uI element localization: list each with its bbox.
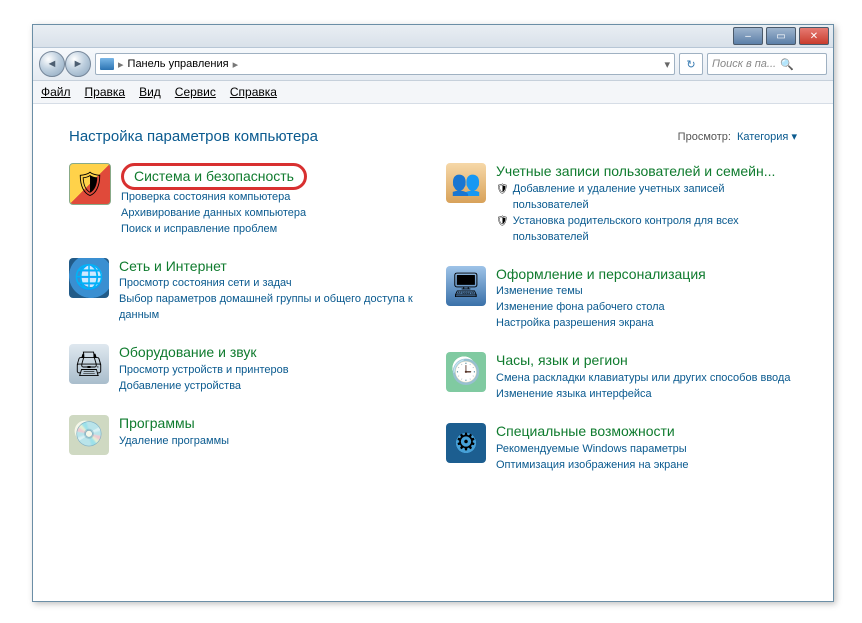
menu-file[interactable]: Файл xyxy=(41,85,71,99)
chevron-down-icon: ▾ xyxy=(791,131,797,143)
category-network: 🌐 Сеть и Интернет Просмотр состояния сет… xyxy=(69,258,420,325)
search-input[interactable]: Поиск в па... 🔍 xyxy=(707,53,827,75)
address-bar[interactable]: ▸ Панель управления ▸ ▾ xyxy=(95,53,675,75)
control-panel-icon xyxy=(100,58,114,70)
content-area: Настройка параметров компьютера Просмотр… xyxy=(33,104,833,602)
printer-icon: 🖨 xyxy=(69,344,109,384)
cat-head-network[interactable]: Сеть и Интернет xyxy=(119,258,420,275)
sublink[interactable]: Просмотр устройств и принтеров xyxy=(119,363,420,379)
accessibility-icon: ⚙ xyxy=(446,423,486,463)
menubar: Файл Правка Вид Сервис Справка xyxy=(33,81,833,104)
sublink[interactable]: Добавление и удаление учетных записей по… xyxy=(513,182,797,214)
category-access: ⚙ Специальные возможности Рекомендуемые … xyxy=(446,423,797,474)
sublink[interactable]: Изменение темы xyxy=(496,284,797,300)
sublink[interactable]: Оптимизация изображения на экране xyxy=(496,458,797,474)
search-placeholder: Поиск в па... xyxy=(712,58,776,70)
menu-view[interactable]: Вид xyxy=(139,85,161,99)
minimize-button[interactable]: – xyxy=(733,27,763,45)
uac-shield-icon: 🛡 xyxy=(496,182,509,197)
sublink[interactable]: Архивирование данных компьютера xyxy=(121,206,420,222)
sublink[interactable]: Рекомендуемые Windows параметры xyxy=(496,442,797,458)
sublink[interactable]: Добавление устройства xyxy=(119,379,420,395)
category-accounts: 👥 Учетные записи пользователей и семейн.… xyxy=(446,163,797,246)
category-system-security: 🛡 Система и безопасность Проверка состоя… xyxy=(69,163,420,238)
users-icon: 👥 xyxy=(446,163,486,203)
navbar: ◄ ► ▸ Панель управления ▸ ▾ ↻ Поиск в па… xyxy=(33,48,833,81)
breadcrumb-root[interactable]: Панель управления xyxy=(128,58,229,70)
monitor-icon: 🖥 xyxy=(446,266,486,306)
viewby-dropdown[interactable]: Категория ▾ xyxy=(737,130,797,143)
globe-icon: 🌐 xyxy=(69,258,109,298)
sublink[interactable]: Проверка состояния компьютера xyxy=(121,190,420,206)
sublink[interactable]: Удаление программы xyxy=(119,434,420,450)
cat-head-appearance[interactable]: Оформление и персонализация xyxy=(496,266,797,283)
disc-icon: 💿 xyxy=(69,415,109,455)
category-clock: 🕒 Часы, язык и регион Смена раскладки кл… xyxy=(446,352,797,403)
cat-head-programs[interactable]: Программы xyxy=(119,415,420,432)
uac-shield-icon: 🛡 xyxy=(496,214,509,229)
close-button[interactable]: ✕ xyxy=(799,27,829,45)
left-column: 🛡 Система и безопасность Проверка состоя… xyxy=(69,163,420,474)
refresh-button[interactable]: ↻ xyxy=(679,53,703,75)
menu-help[interactable]: Справка xyxy=(230,85,277,99)
category-appearance: 🖥 Оформление и персонализация Изменение … xyxy=(446,266,797,333)
viewby-label: Просмотр: xyxy=(678,131,731,143)
breadcrumb-sep: ▸ xyxy=(233,58,239,71)
cat-head-access[interactable]: Специальные возможности xyxy=(496,423,797,440)
window: – ▭ ✕ ◄ ► ▸ Панель управления ▸ ▾ ↻ Поис… xyxy=(32,24,834,602)
category-hardware: 🖨 Оборудование и звук Просмотр устройств… xyxy=(69,344,420,395)
category-programs: 💿 Программы Удаление программы xyxy=(69,415,420,455)
cat-head-clock[interactable]: Часы, язык и регион xyxy=(496,352,797,369)
highlight-oval: Система и безопасность xyxy=(121,163,307,190)
nav-back-button[interactable]: ◄ xyxy=(39,51,65,77)
cat-head-hardware[interactable]: Оборудование и звук xyxy=(119,344,420,361)
sublink[interactable]: Смена раскладки клавиатуры или других сп… xyxy=(496,371,797,387)
breadcrumb-sep: ▸ xyxy=(118,58,124,71)
clock-icon: 🕒 xyxy=(446,352,486,392)
sublink[interactable]: Изменение фона рабочего стола xyxy=(496,300,797,316)
sublink[interactable]: Изменение языка интерфейса xyxy=(496,387,797,403)
maximize-button[interactable]: ▭ xyxy=(766,27,796,45)
search-icon: 🔍 xyxy=(780,58,794,71)
cat-head-accounts[interactable]: Учетные записи пользователей и семейн... xyxy=(496,163,797,180)
sublink[interactable]: Настройка разрешения экрана xyxy=(496,316,797,332)
sublink[interactable]: Выбор параметров домашней группы и общег… xyxy=(119,292,420,324)
right-column: 👥 Учетные записи пользователей и семейн.… xyxy=(446,163,797,474)
page-title: Настройка параметров компьютера xyxy=(69,128,318,145)
nav-forward-button[interactable]: ► xyxy=(65,51,91,77)
titlebar: – ▭ ✕ xyxy=(33,25,833,48)
addr-dropdown-icon[interactable]: ▾ xyxy=(664,58,670,71)
sublink[interactable]: Поиск и исправление проблем xyxy=(121,222,420,238)
cat-head-system-security[interactable]: Система и безопасность xyxy=(134,168,294,184)
viewby: Просмотр: Категория ▾ xyxy=(678,130,797,143)
shield-icon: 🛡 xyxy=(69,163,111,205)
menu-tools[interactable]: Сервис xyxy=(175,85,216,99)
menu-edit[interactable]: Правка xyxy=(85,85,126,99)
sublink[interactable]: Просмотр состояния сети и задач xyxy=(119,276,420,292)
sublink[interactable]: Установка родительского контроля для все… xyxy=(513,214,797,246)
